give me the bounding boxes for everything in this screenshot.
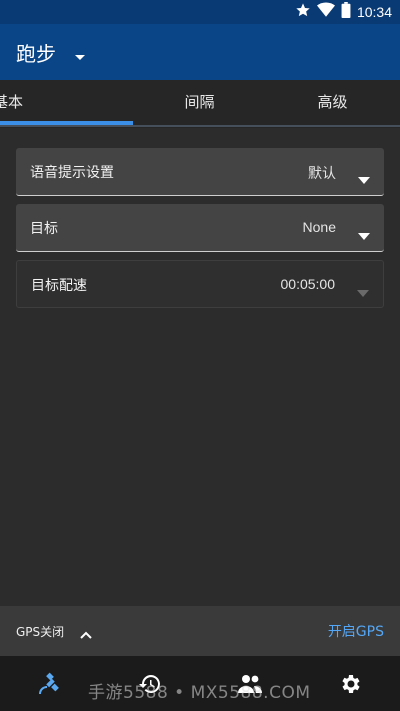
goal-setting[interactable]: 目标 None — [16, 204, 384, 252]
star-icon — [295, 2, 311, 22]
settings-gear-icon[interactable] — [336, 670, 364, 698]
tab-advanced[interactable]: 高级 — [266, 80, 399, 128]
setting-value: 00:05:00 — [280, 276, 336, 292]
gps-satellite-icon[interactable] — [36, 670, 64, 698]
chevron-up-icon[interactable] — [80, 624, 92, 643]
setting-value: 默认 — [308, 165, 336, 181]
gps-status-text: GPS关闭 — [16, 625, 65, 639]
setting-label: 目标配速 — [31, 278, 87, 294]
enable-gps-button[interactable]: 开启GPS — [328, 621, 384, 641]
gps-bar: GPS关闭 开启GPS — [0, 606, 400, 656]
dropdown-arrow-icon — [357, 282, 369, 301]
app-bar: 跑步 — [0, 24, 400, 80]
battery-icon — [341, 2, 351, 22]
dropdown-arrow-icon[interactable] — [358, 225, 370, 244]
status-bar: 10:34 — [0, 0, 400, 24]
setting-value: None — [302, 219, 336, 235]
setting-label: 目标 — [30, 221, 58, 237]
voice-prompt-setting[interactable]: 语音提示设置 默认 — [16, 148, 384, 196]
wifi-icon — [316, 2, 335, 22]
setting-label: 语音提示设置 — [30, 165, 114, 181]
watermark-text: 手游5588 • MX5588.COM — [88, 683, 311, 703]
target-pace-setting: 目标配速 00:05:00 — [16, 260, 384, 308]
tab-divider — [0, 125, 400, 127]
activity-title[interactable]: 跑步 — [16, 38, 56, 67]
activity-dropdown-icon[interactable] — [74, 47, 86, 66]
tab-interval[interactable]: 间隔 — [133, 80, 266, 128]
dropdown-arrow-icon[interactable] — [358, 169, 370, 188]
status-icons: 10:34 — [295, 2, 392, 22]
status-time: 10:34 — [356, 4, 392, 20]
